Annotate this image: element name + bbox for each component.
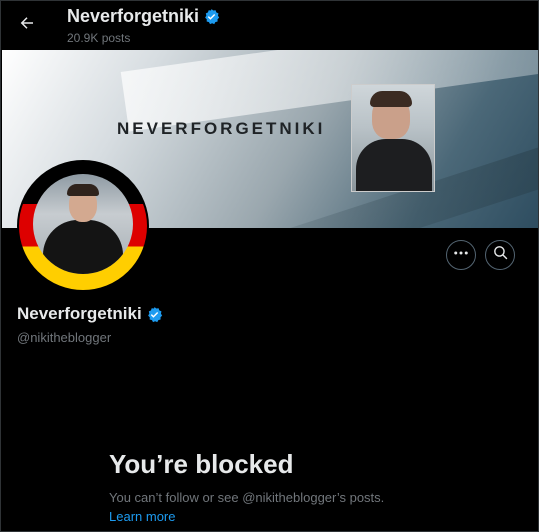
display-name: Neverforgetniki <box>17 304 142 323</box>
search-icon <box>492 244 509 266</box>
profile-name-row: Neverforgetniki <box>17 304 163 324</box>
profile-page: Neverforgetniki 20.9K posts NEVERFORGETN… <box>0 0 539 532</box>
more-horizontal-icon <box>452 244 470 267</box>
avatar-photo <box>33 174 133 274</box>
blocked-message: You can’t follow or see @nikitheblogger’… <box>109 490 385 505</box>
page-title: Neverforgetniki <box>67 6 200 26</box>
post-count: 20.9K posts <box>67 31 131 45</box>
blocked-title: You’re blocked <box>109 449 294 479</box>
verified-badge-icon[interactable] <box>146 306 163 323</box>
search-button[interactable] <box>485 240 515 270</box>
avatar[interactable] <box>17 160 149 292</box>
banner-portrait <box>351 84 435 192</box>
header-title-row: Neverforgetniki <box>67 6 220 27</box>
verified-badge-icon <box>203 8 220 25</box>
portrait-hair <box>370 91 412 107</box>
avatar-body <box>43 220 123 274</box>
back-button[interactable] <box>13 11 41 39</box>
user-handle: @nikitheblogger <box>17 330 112 345</box>
arrow-left-icon <box>18 14 36 37</box>
avatar-hair <box>67 184 99 196</box>
portrait-body <box>356 139 432 191</box>
learn-more-link[interactable]: Learn more <box>109 509 175 524</box>
more-button[interactable] <box>446 240 476 270</box>
banner-text: NEVERFORGETNIKI <box>117 119 326 138</box>
top-bar: Neverforgetniki 20.9K posts <box>1 1 538 50</box>
